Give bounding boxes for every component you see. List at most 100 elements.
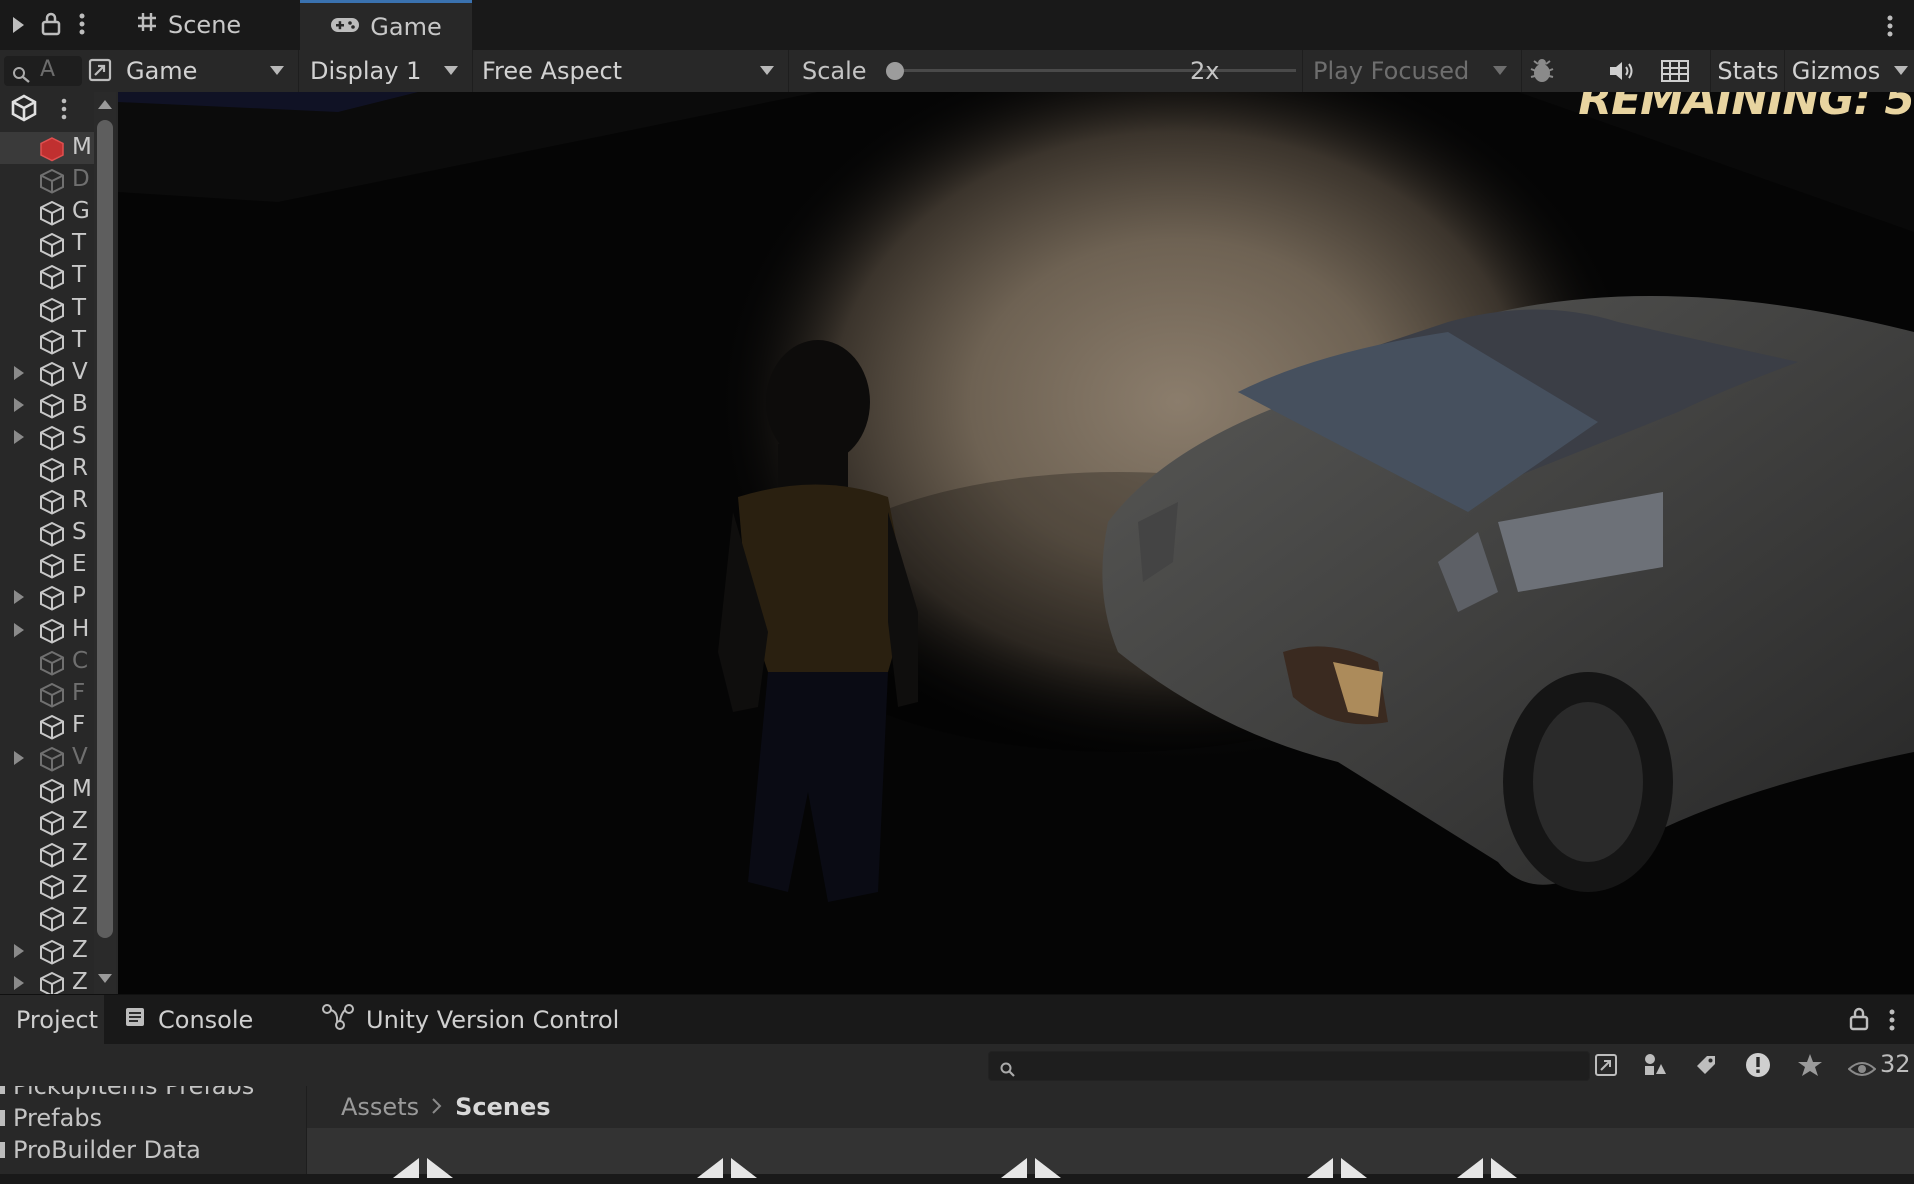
hierarchy-item[interactable]: T <box>0 260 96 292</box>
hierarchy-item-label: T <box>72 326 87 353</box>
game-view-viewport[interactable]: REMAINING: 5 <box>118 92 1914 994</box>
folder-item[interactable]: PickupItems Prefabs <box>0 1086 254 1102</box>
tab-scene[interactable]: Scene <box>136 0 296 50</box>
audio-icon[interactable] <box>1608 59 1634 89</box>
scroll-down-icon[interactable] <box>98 974 112 983</box>
console-icon <box>124 1006 146 1034</box>
open-window-icon[interactable] <box>88 58 112 88</box>
hierarchy-search-input[interactable]: A <box>4 56 82 86</box>
project-toolbar: 32 <box>0 1044 1914 1087</box>
hierarchy-item[interactable]: T <box>0 293 96 325</box>
lock-icon[interactable] <box>40 12 62 42</box>
label-tag-icon[interactable] <box>1694 1053 1718 1083</box>
hierarchy-item-label: T <box>72 230 87 257</box>
hierarchy-item[interactable]: S <box>0 421 96 453</box>
bottom-lock-icon[interactable] <box>1848 1007 1870 1037</box>
expand-arrow-icon[interactable] <box>14 365 24 380</box>
play-icon[interactable] <box>0 0 36 50</box>
hierarchy-item-label: Z <box>72 808 88 835</box>
hierarchy-header: A <box>0 50 118 93</box>
expand-arrow-icon[interactable] <box>14 429 24 444</box>
bug-icon[interactable] <box>1528 57 1556 91</box>
breadcrumb-assets[interactable]: Assets <box>341 1093 419 1121</box>
scroll-up-icon[interactable] <box>98 100 112 109</box>
stats-button[interactable]: Stats <box>1712 50 1785 92</box>
project-search-input[interactable] <box>988 1051 1590 1081</box>
remaining-counter-hud: REMAINING: 5 <box>1578 92 1914 125</box>
tab-scene-label: Scene <box>168 11 242 39</box>
hierarchy-item[interactable]: Z <box>0 838 96 870</box>
bottom-menu-icon[interactable] <box>1888 1008 1896 1038</box>
view-mode-dropdown[interactable]: Game <box>118 50 299 92</box>
search-window-icon[interactable] <box>1594 1053 1618 1083</box>
hierarchy-item[interactable]: C <box>0 646 96 678</box>
folder-item[interactable]: Prefabs <box>0 1102 102 1134</box>
hierarchy-scrollbar[interactable] <box>94 92 116 994</box>
hierarchy-item[interactable]: F <box>0 710 96 742</box>
tab-version-control[interactable]: Unity Version Control <box>322 995 622 1045</box>
aspect-grid-icon[interactable] <box>1660 59 1690 89</box>
expand-arrow-icon[interactable] <box>14 590 24 605</box>
folder-item[interactable]: ProBuilder Data <box>0 1134 201 1166</box>
scene-menu-icon[interactable] <box>60 98 68 126</box>
expand-arrow-icon[interactable] <box>14 622 24 637</box>
hierarchy-item-label: M <box>72 776 92 802</box>
scale-value: 2x <box>1190 57 1220 85</box>
hierarchy-item[interactable]: F <box>0 678 96 710</box>
eye-hidden-icon[interactable] <box>1847 1056 1877 1084</box>
scene-asset-thumbnail[interactable] <box>1001 1156 1061 1184</box>
scale-slider[interactable] <box>886 62 1296 80</box>
search-by-type-icon[interactable] <box>1642 1052 1668 1084</box>
bottom-tab-bar: Project Console Unity Version Control <box>0 994 1914 1045</box>
hierarchy-item[interactable]: Z <box>0 902 96 934</box>
hierarchy-item[interactable]: Z <box>0 935 96 967</box>
hierarchy-item[interactable]: R <box>0 453 96 485</box>
expand-arrow-icon[interactable] <box>14 943 24 958</box>
gizmos-button[interactable]: Gizmos <box>1786 50 1886 92</box>
hierarchy-item[interactable]: B <box>0 389 96 421</box>
scale-slider-thumb[interactable] <box>886 62 904 80</box>
display-dropdown[interactable]: Display 1 <box>298 50 473 92</box>
favorite-star-icon[interactable] <box>1797 1052 1823 1084</box>
expand-arrow-icon[interactable] <box>14 397 24 412</box>
hierarchy-item[interactable]: T <box>0 228 96 260</box>
hierarchy-item[interactable]: V <box>0 357 96 389</box>
breadcrumb-scenes[interactable]: Scenes <box>455 1093 550 1121</box>
hierarchy-item[interactable]: H <box>0 614 96 646</box>
gizmos-dropdown-icon[interactable] <box>1894 66 1908 75</box>
hierarchy-item[interactable]: M <box>0 132 96 164</box>
scene-asset-thumbnail[interactable] <box>1307 1156 1367 1184</box>
hierarchy-item[interactable]: Z <box>0 806 96 838</box>
hierarchy-item-label: S <box>72 519 87 546</box>
scene-asset-thumbnail[interactable] <box>1457 1156 1517 1184</box>
warning-filter-icon[interactable] <box>1744 1051 1772 1085</box>
hierarchy-item[interactable]: V <box>0 742 96 774</box>
hierarchy-item[interactable]: M <box>0 774 96 806</box>
tab-game[interactable]: Game <box>300 0 472 50</box>
tab-console[interactable]: Console <box>124 995 294 1045</box>
expand-arrow-icon[interactable] <box>14 975 24 990</box>
hierarchy-item-label: B <box>72 390 88 417</box>
tab-bar-menu-icon[interactable] <box>1886 14 1894 44</box>
scene-asset-thumbnail[interactable] <box>697 1156 757 1184</box>
hierarchy-item[interactable]: D <box>0 164 96 196</box>
hierarchy-scroll-thumb[interactable] <box>97 120 113 938</box>
chevron-down-icon <box>270 66 284 75</box>
hierarchy-item[interactable]: T <box>0 325 96 357</box>
hierarchy-item[interactable]: E <box>0 549 96 581</box>
aspect-dropdown[interactable]: Free Aspect <box>472 50 789 92</box>
chevron-down-icon <box>760 66 774 75</box>
more-menu-icon[interactable] <box>78 12 86 42</box>
hierarchy-item[interactable]: R <box>0 485 96 517</box>
hierarchy-item[interactable]: Z <box>0 870 96 902</box>
tab-project[interactable]: Project <box>0 995 104 1045</box>
hierarchy-item[interactable]: P <box>0 581 96 613</box>
hierarchy-item-label: V <box>72 358 88 385</box>
hierarchy-item-label: Z <box>72 904 88 931</box>
play-mode-dropdown[interactable]: Play Focused <box>1302 50 1522 92</box>
expand-arrow-icon[interactable] <box>14 750 24 765</box>
hierarchy-item[interactable]: G <box>0 196 96 228</box>
hierarchy-item[interactable]: S <box>0 517 96 549</box>
folder-icon <box>0 1086 5 1094</box>
scene-asset-thumbnail[interactable] <box>393 1156 453 1184</box>
